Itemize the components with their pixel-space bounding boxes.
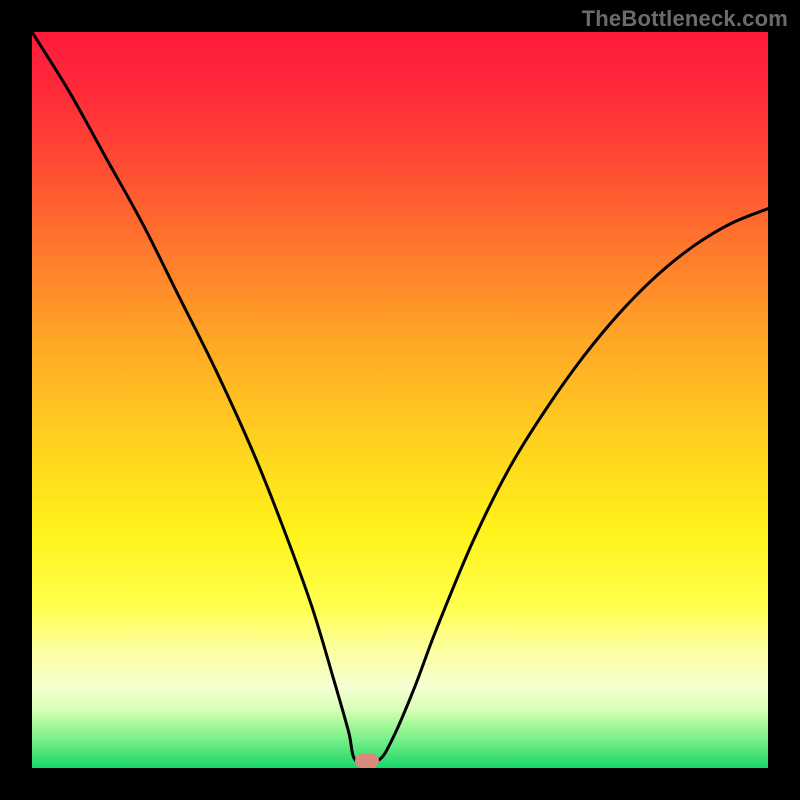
- bottleneck-curve: [32, 32, 768, 768]
- plot-area: [32, 32, 768, 768]
- optimum-marker: [355, 754, 379, 768]
- watermark-text: TheBottleneck.com: [582, 6, 788, 32]
- chart-frame: TheBottleneck.com: [0, 0, 800, 800]
